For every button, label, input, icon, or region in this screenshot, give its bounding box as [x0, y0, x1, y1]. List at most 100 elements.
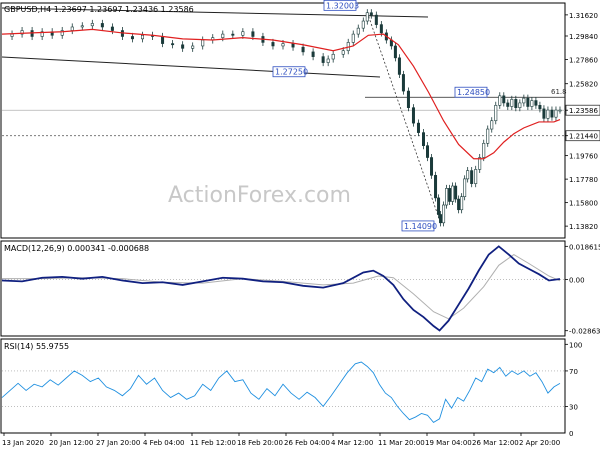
candle-body: [498, 95, 502, 106]
candle-body: [291, 43, 295, 48]
candle-body: [181, 44, 185, 49]
candle-body: [369, 12, 373, 16]
candle-body: [351, 33, 355, 43]
price-label: GBPUSD,H4 1.23697 1.23697 1.23436 1.2358…: [4, 5, 194, 14]
candle-body: [393, 45, 397, 59]
x-tick-label: 27 Jan 20:00: [96, 439, 140, 447]
macd-tick-label: 0.018615: [569, 243, 600, 251]
candle-body: [161, 36, 165, 44]
x-tick-label: 20 Jan 12:00: [49, 439, 93, 447]
candle-body: [241, 31, 245, 36]
candle-body: [80, 25, 84, 28]
candle-body: [457, 198, 461, 211]
rsi-tick-label: 0: [569, 430, 573, 438]
macd-label: MACD(12,26,9) 0.000341 -0.000688: [4, 244, 149, 253]
candle-body: [100, 23, 104, 28]
candle-body: [70, 26, 74, 31]
candle-body: [534, 100, 538, 106]
macd-tick-label: -0.028631: [569, 328, 600, 336]
candle-body: [526, 97, 530, 107]
macd-tick-label: 0.00: [569, 277, 585, 285]
candle-body: [281, 43, 285, 47]
candle-body: [10, 33, 14, 37]
candle-body: [326, 58, 330, 63]
candle-body: [439, 214, 443, 224]
candle-body: [558, 109, 562, 112]
candle-body: [301, 46, 305, 53]
price-tick-label: 1.29840: [569, 33, 598, 41]
candle-body: [542, 108, 546, 119]
candle-body: [434, 175, 438, 199]
candle-body: [341, 50, 345, 55]
annotation-label: 1.14090: [404, 222, 437, 231]
x-tick-label: 11 Mar 20:00: [378, 439, 425, 447]
candle-body: [538, 105, 542, 110]
candle-body: [331, 53, 335, 60]
rsi-tick-label: 70: [569, 368, 578, 376]
candle-body: [130, 36, 134, 40]
price-tick-label: 1.27860: [569, 56, 598, 64]
candle-body: [502, 95, 506, 104]
candle-body: [401, 74, 405, 92]
candle-body: [466, 170, 470, 180]
price-tick-label: 1.25820: [569, 81, 598, 89]
x-tick-label: 13 Jan 2020: [2, 439, 44, 447]
candle-body: [361, 20, 365, 29]
candle-body: [550, 109, 554, 118]
annotation-label: 1.27250: [275, 68, 308, 77]
candle-body: [546, 109, 550, 119]
candle-body: [365, 12, 369, 22]
watermark: ActionForex.com: [168, 183, 351, 208]
candle-body: [494, 105, 498, 122]
price-tick-label: 1.13820: [569, 223, 598, 231]
candle-body: [421, 132, 425, 146]
x-tick-label: 26 Feb 04:00: [284, 439, 330, 447]
candle-body: [522, 97, 526, 104]
candle-body: [486, 128, 490, 144]
candle-body: [251, 31, 255, 37]
x-tick-label: 4 Feb 04:00: [143, 439, 184, 447]
candle-body: [311, 51, 315, 57]
candle-body: [445, 188, 449, 206]
candle-body: [463, 178, 467, 197]
rsi-tick-label: 100: [569, 341, 582, 349]
fib-label: 61.8: [551, 88, 567, 96]
x-tick-label: 26 Mar 12:00: [472, 439, 519, 447]
candle-body: [356, 27, 360, 35]
candle-body: [518, 102, 522, 108]
chart-canvas: ActionForex.com 1.32003 1.27250 1.24850 1.1…: [0, 0, 600, 450]
candle-body: [379, 24, 383, 34]
candle-body: [430, 157, 434, 176]
price-tick-label: 1.17780: [569, 176, 598, 184]
candle-body: [426, 145, 430, 158]
candle-body: [411, 107, 415, 124]
candle-body: [110, 26, 114, 31]
candle-body: [201, 39, 205, 47]
candle-body: [171, 43, 175, 46]
candle-body: [482, 142, 486, 158]
candle-body: [397, 57, 401, 75]
candle-body: [416, 122, 420, 133]
candle-body: [474, 169, 478, 184]
candle-body: [510, 99, 514, 107]
candle-body: [451, 185, 455, 202]
candle-body: [141, 34, 145, 40]
candle-body: [514, 99, 518, 108]
candle-body: [90, 23, 94, 27]
candle-body: [554, 109, 558, 118]
price-tick-label: 1.31620: [569, 12, 598, 20]
x-tick-label: 2 Apr 20:00: [519, 439, 560, 447]
candle-body: [221, 33, 225, 38]
x-tick-label: 18 Feb 20:00: [237, 439, 283, 447]
x-tick-label: 11 Feb 12:00: [190, 439, 236, 447]
price-tick-label: 1.21440: [569, 133, 598, 141]
candle-body: [271, 42, 275, 47]
candle-body: [231, 33, 235, 36]
candle-body: [530, 100, 534, 107]
candle-body: [321, 56, 325, 63]
price-tick-label: 1.23586: [569, 107, 598, 115]
candle-body: [191, 45, 195, 49]
candle-body: [437, 197, 441, 215]
rsi-tick-label: 30: [569, 403, 578, 411]
candle-body: [506, 102, 510, 107]
